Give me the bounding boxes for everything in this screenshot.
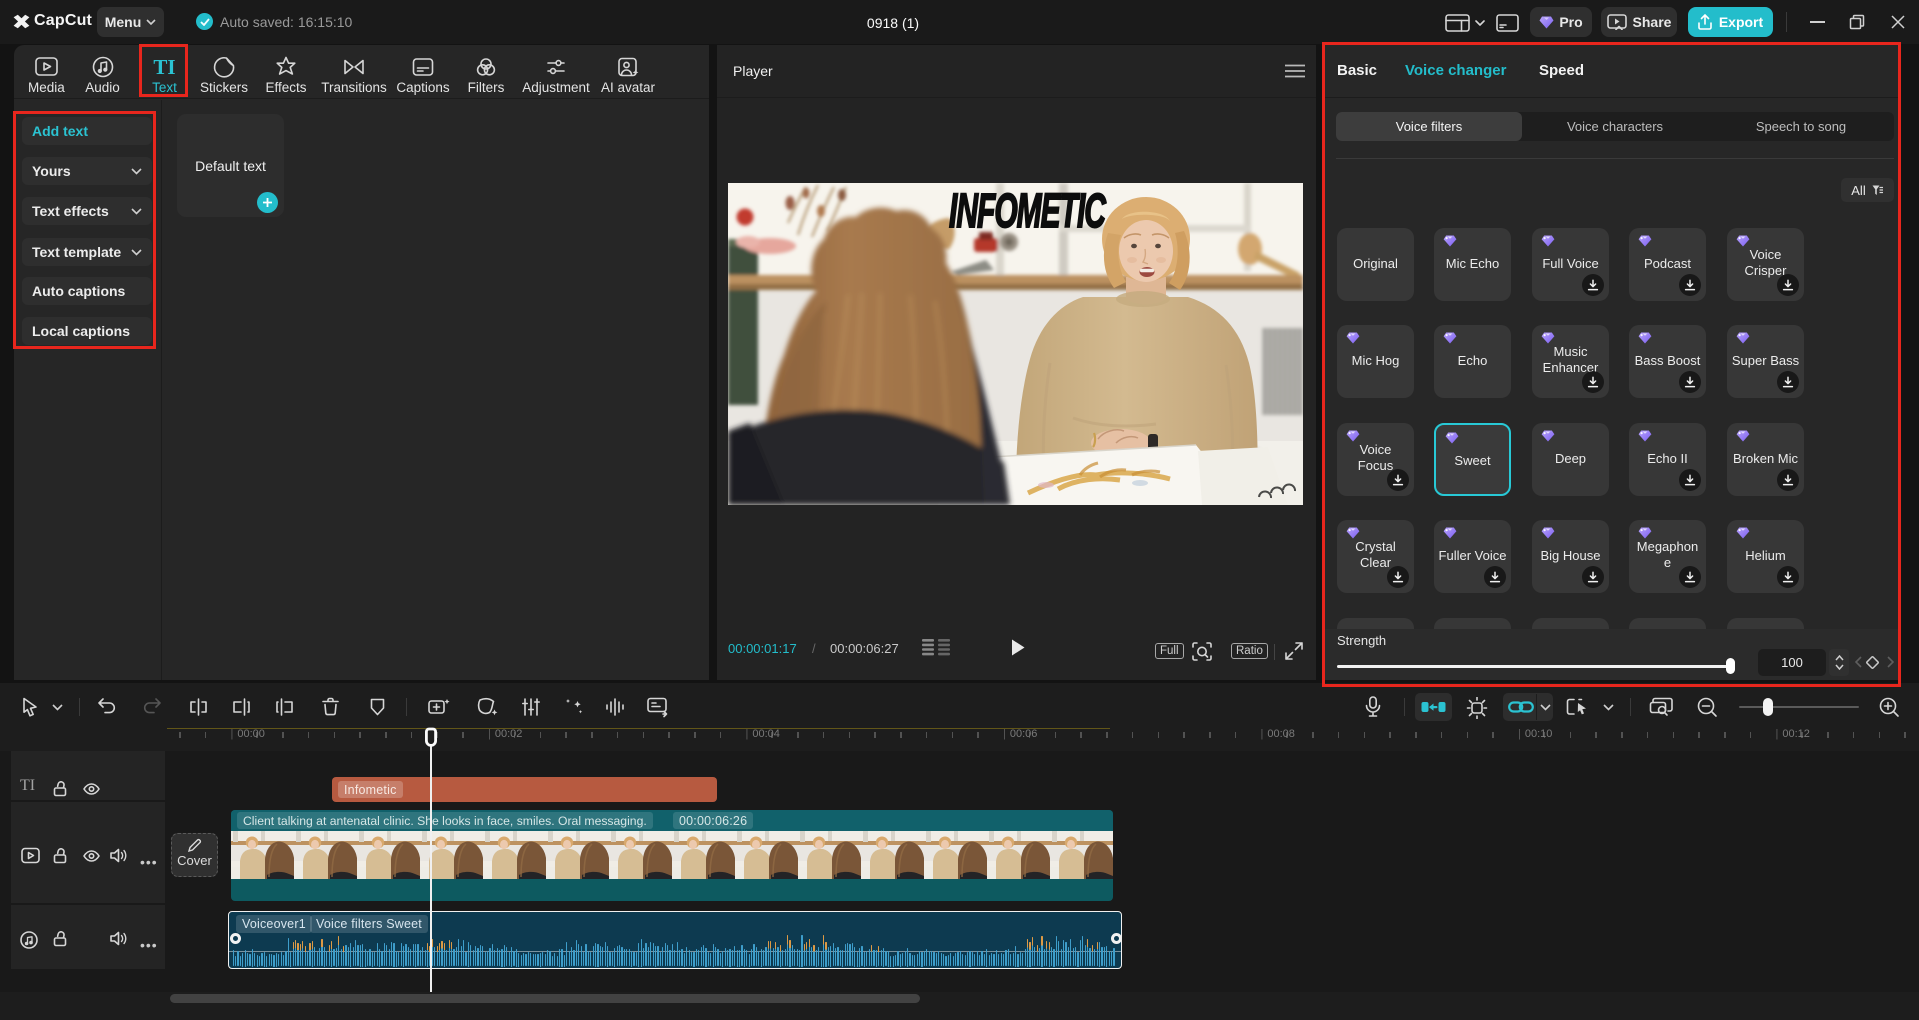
svg-text:INFOMETIC: INFOMETIC (949, 185, 1107, 238)
